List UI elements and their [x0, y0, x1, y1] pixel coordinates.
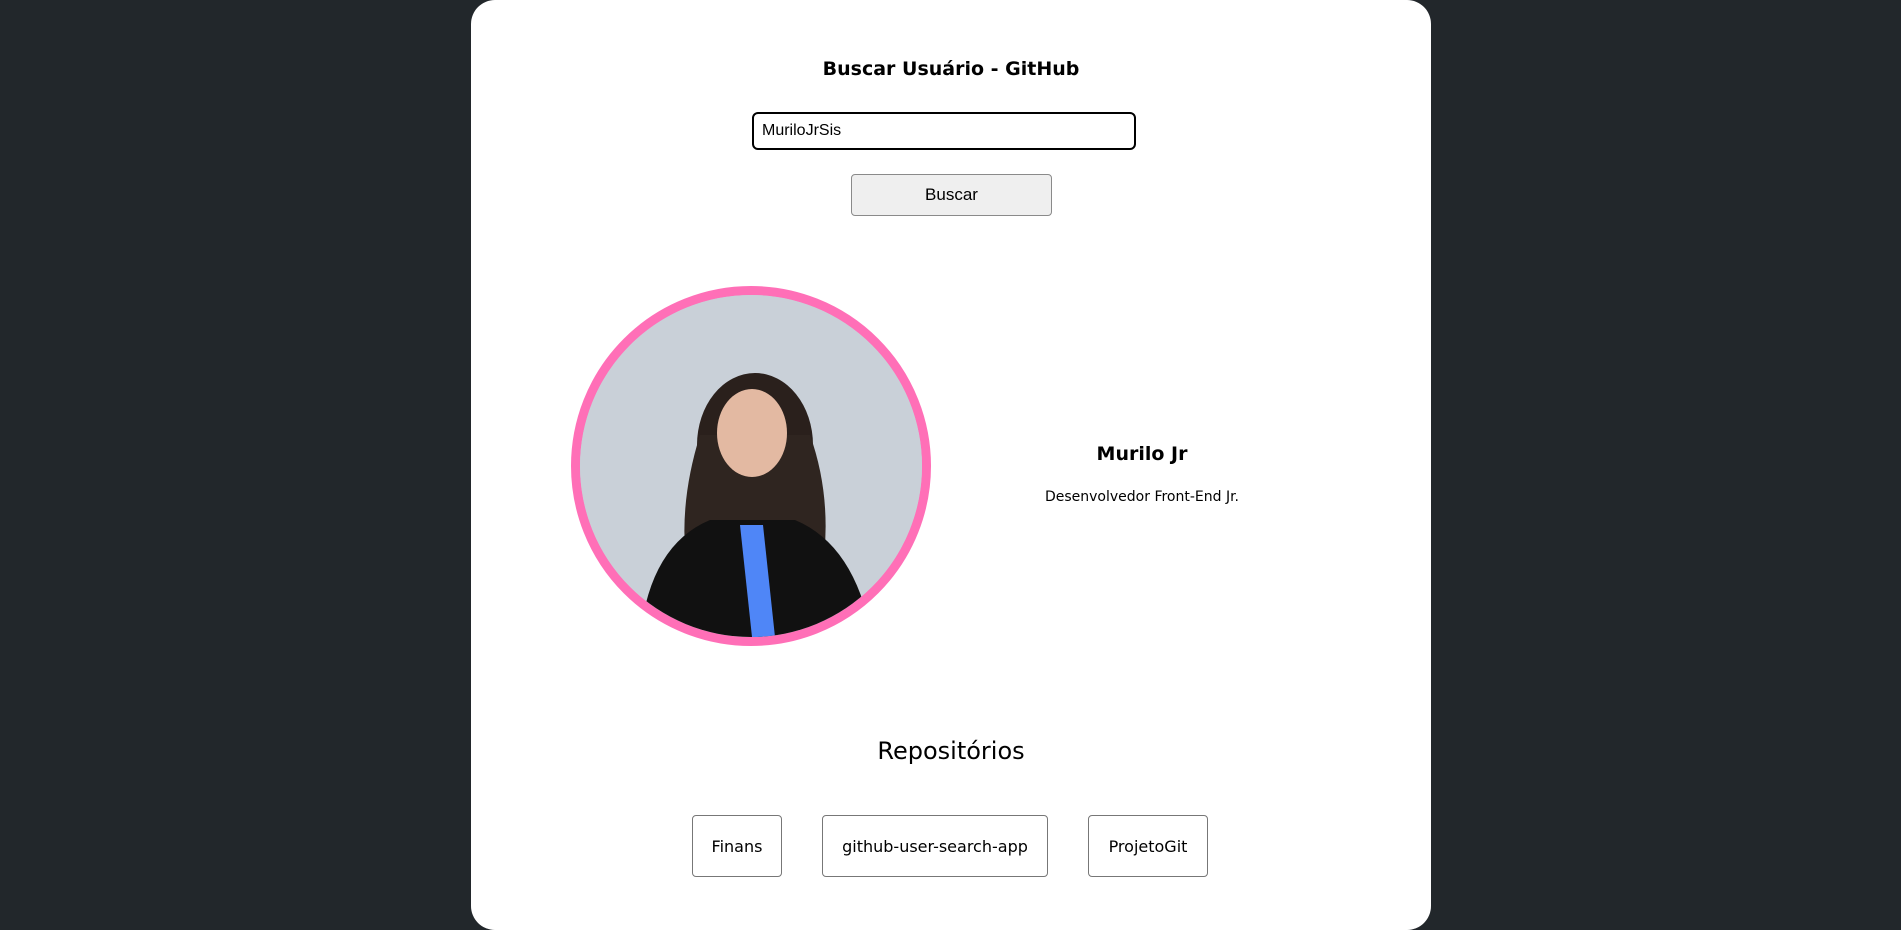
avatar [571, 286, 931, 646]
repositories-title: Repositórios [877, 737, 1025, 765]
repository-item-projetogit[interactable]: ProjetoGit [1088, 815, 1208, 877]
avatar-photo [580, 295, 922, 637]
profile-name: Murilo Jr [1096, 443, 1188, 465]
page-title: Buscar Usuário - GitHub [822, 58, 1080, 80]
repository-item-github-user-search-app[interactable]: github-user-search-app [822, 815, 1048, 877]
username-search-input[interactable] [752, 112, 1136, 150]
profile-bio: Desenvolvedor Front-End Jr. [1044, 489, 1240, 505]
search-button[interactable]: Buscar [851, 174, 1052, 216]
search-card: Buscar Usuário - GitHub Buscar Murilo Jr… [471, 0, 1431, 930]
repository-item-finans[interactable]: Finans [692, 815, 782, 877]
